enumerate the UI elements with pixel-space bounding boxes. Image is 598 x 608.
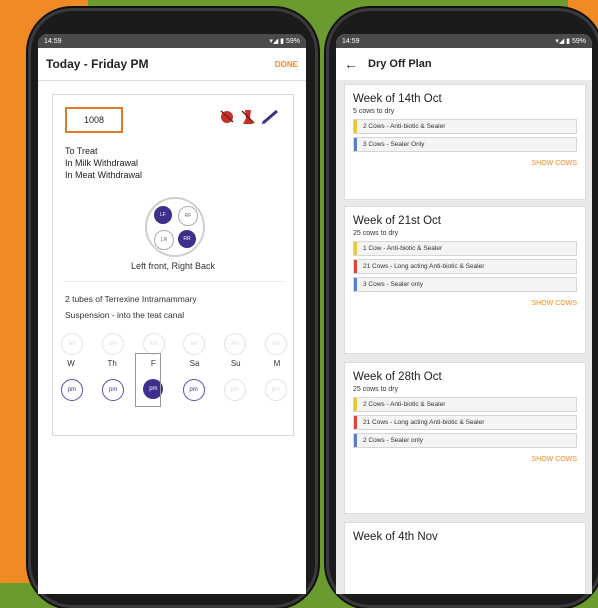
status-indicators: ▾◢ ▮ 59% [269,38,300,45]
group-color-bar [354,398,357,411]
treatment-group-row[interactable]: 1 Cow - Anti-biotic & Sealer [353,241,577,256]
pm-dose-dot[interactable]: pm [223,379,246,401]
day-label: Th [107,359,117,368]
status-indicators: ▾◢ ▮ 59% [555,38,586,45]
day-label: M [273,359,281,368]
group-label: 2 Cows - Anti-biotic & Sealer [363,123,446,130]
treatment-screen: 14:59 ▾◢ ▮ 59% Today - Friday PM DONE 10… [38,34,306,594]
week-title: Week of 28th Oct [353,371,442,383]
show-cows-button[interactable]: SHOW COWS [345,456,578,463]
group-label: 2 Cows - Sealer only [363,437,423,444]
quarter-right-front[interactable]: RF [178,206,198,226]
quarters-label: Left front, Right Back [130,261,216,271]
status-meat-withdrawal: In Meat Withdrawal [65,170,143,180]
am-dose-dot[interactable]: am [101,333,124,355]
quarter-right-rear[interactable]: RR [178,230,196,248]
back-arrow-icon[interactable]: ← [344,56,358,72]
treatment-line-2: Suspension - into the teat canal [65,310,185,320]
pm-dose-dot[interactable]: pm [264,379,287,401]
phone-right: 14:59 ▾◢ ▮ 59% ← Dry Off Plan Week of 14… [326,8,598,608]
week-cow-count: 5 cows to dry [353,108,395,115]
status-bar: 14:59 ▾◢ ▮ 59% [38,34,306,48]
cow-id-field[interactable]: 1008 [65,107,123,133]
week-title: Week of 14th Oct [353,93,442,105]
quarter-left-front[interactable]: LF [154,206,172,224]
app-bar: ← Dry Off Plan [336,48,592,81]
pm-dose-dot[interactable]: pm [182,379,205,401]
status-time: 14:59 [342,37,360,45]
milk-withdrawal-icon [220,110,234,123]
treatment-group-row[interactable]: 3 Cows - Sealer only [353,277,577,292]
quarter-left-rear[interactable]: LR [154,230,174,250]
week-card: Week of 21st Oct 25 cows to dry 1 Cow - … [344,206,586,354]
today-highlight [135,353,161,407]
group-label: 1 Cow - Anti-biotic & Sealer [363,245,443,252]
treatment-group-row[interactable]: 2 Cows - Anti-biotic & Sealer [353,119,577,134]
week-cow-count: 25 cows to dry [353,230,399,237]
pm-dose-dot[interactable]: pm [61,379,83,401]
group-color-bar [354,278,357,291]
syringe-icon [261,109,278,125]
am-dose-dot[interactable]: am [264,333,287,355]
day-labels-row: W Th F Sa Su M [61,359,287,368]
am-dose-dot[interactable]: am [61,333,83,355]
group-color-bar [354,120,357,133]
treatment-group-row[interactable]: 2 Cows - Anti-biotic & Sealer [353,397,577,412]
am-schedule-row: am am am am am am [61,333,287,355]
status-time: 14:59 [44,37,62,45]
week-title: Week of 21st Oct [353,215,441,227]
status-milk-withdrawal: In Milk Withdrawal [65,158,139,168]
status-bar: 14:59 ▾◢ ▮ 59% [336,34,592,48]
group-label: 3 Cows - Sealer only [363,281,423,288]
divider [63,281,283,282]
dry-off-screen: 14:59 ▾◢ ▮ 59% ← Dry Off Plan Week of 14… [336,34,592,594]
page-title: Dry Off Plan [368,58,432,70]
day-label: Sa [189,359,200,368]
week-title: Week of 4th Nov [353,531,438,543]
group-color-bar [354,416,357,429]
group-color-bar [354,260,357,273]
week-list: Week of 14th Oct 5 cows to dry 2 Cows - … [336,80,592,594]
am-dose-dot[interactable]: am [224,333,247,355]
week-cow-count: 25 cows to dry [353,386,399,393]
am-dose-dot[interactable]: am [142,333,165,355]
group-label: 2 Cows - Anti-biotic & Sealer [363,401,446,408]
treatment-group-row[interactable]: 2 Cows - Sealer only [353,433,577,448]
treatment-description: 2 tubes of Terrexine Intramammary Suspen… [65,291,285,323]
treatment-group-row[interactable]: 3 Cows - Sealer Only [353,137,577,152]
week-card: Week of 4th Nov [344,522,586,594]
page-title: Today - Friday PM [46,57,149,71]
pm-schedule-row: pm pm pm pm pm pm [61,379,287,401]
group-label: 21 Cows - Long acting Anti-biotic & Seal… [363,419,485,426]
group-color-bar [354,434,357,447]
show-cows-button[interactable]: SHOW COWS [345,160,578,167]
day-label: Su [230,359,241,368]
treatment-icons [219,109,279,125]
phone-left: 14:59 ▾◢ ▮ 59% Today - Friday PM DONE 10… [28,8,318,608]
app-bar: Today - Friday PM DONE [38,48,306,81]
am-dose-dot[interactable]: am [183,333,206,355]
show-cows-button[interactable]: SHOW COWS [345,300,578,307]
treatment-group-row[interactable]: 21 Cows - Long acting Anti-biotic & Seal… [353,259,577,274]
group-color-bar [354,138,357,151]
day-label: W [67,359,75,368]
week-card: Week of 28th Oct 25 cows to dry 2 Cows -… [344,362,586,514]
status-to-treat: To Treat [65,146,98,156]
week-card: Week of 14th Oct 5 cows to dry 2 Cows - … [344,84,586,200]
meat-withdrawal-icon [241,110,255,124]
group-label: 21 Cows - Long acting Anti-biotic & Seal… [363,263,485,270]
done-button[interactable]: DONE [275,60,298,69]
cow-treatment-card: 1008 To Treat In Milk Withdrawal In Meat… [52,94,294,436]
cow-status-list: To Treat In Milk Withdrawal In Meat With… [65,145,142,181]
treatment-line-1: 2 tubes of Terrexine Intramammary [65,294,197,304]
udder-quarters-diagram: LF RF LR RR [145,197,205,257]
group-color-bar [354,242,357,255]
pm-dose-dot[interactable]: pm [102,379,125,401]
treatment-group-row[interactable]: 21 Cows - Long acting Anti-biotic & Seal… [353,415,577,430]
group-label: 3 Cows - Sealer Only [363,141,425,148]
